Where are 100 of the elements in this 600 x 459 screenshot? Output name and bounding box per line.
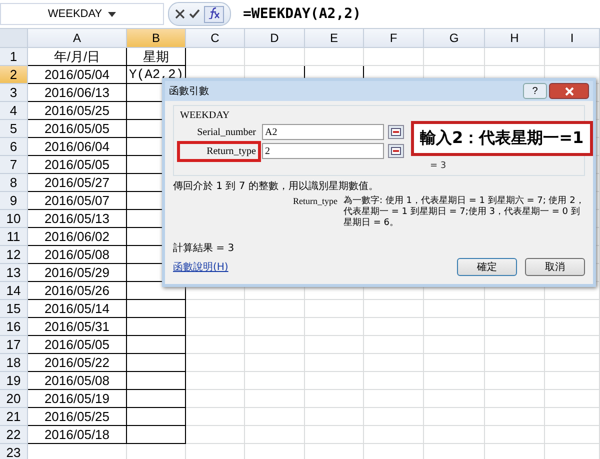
table-cell: 2016/05/19 — [28, 390, 127, 408]
row-header[interactable]: 21 — [0, 408, 28, 426]
dropdown-caret-icon[interactable] — [108, 12, 116, 16]
table-cell: 2016/05/25 — [28, 408, 127, 426]
table-cell: 2016/05/04 — [28, 66, 127, 84]
table-cell: 2016/05/31 — [28, 318, 127, 336]
row-header[interactable]: 20 — [0, 390, 28, 408]
empty-cell — [424, 300, 485, 318]
column-header[interactable]: E — [305, 29, 364, 48]
empty-cell — [186, 390, 245, 408]
check-icon[interactable] — [189, 9, 200, 19]
collapse-dialog-icon[interactable] — [388, 125, 404, 139]
table-cell: 2016/05/05 — [28, 336, 127, 354]
empty-cell — [424, 354, 485, 372]
empty-cell — [186, 318, 245, 336]
table-cell: 2016/06/13 — [28, 84, 127, 102]
help-link[interactable]: 函數說明(H) — [173, 260, 228, 274]
row-header[interactable]: 16 — [0, 318, 28, 336]
row-header[interactable]: 17 — [0, 336, 28, 354]
table-cell: 2016/05/08 — [28, 372, 127, 390]
table-cell: 2016/05/14 — [28, 300, 127, 318]
cancel-button[interactable]: 取消 — [525, 258, 585, 276]
row-header[interactable]: 6 — [0, 138, 28, 156]
column-header[interactable]: H — [485, 29, 545, 48]
empty-cell — [245, 300, 305, 318]
formula-result: 計算結果 = 3 — [173, 242, 236, 256]
argument-label: Serial_number — [196, 126, 257, 140]
row-header[interactable]: 5 — [0, 120, 28, 138]
empty-cell — [485, 426, 545, 444]
empty-cell — [485, 390, 545, 408]
empty-cell — [245, 336, 305, 354]
row-header[interactable]: 2 — [0, 66, 28, 84]
column-header[interactable]: C — [186, 29, 245, 48]
ok-button[interactable]: 確定 — [457, 258, 517, 276]
column-header[interactable]: I — [545, 29, 600, 48]
row-header[interactable]: 7 — [0, 156, 28, 174]
empty-cell — [545, 300, 600, 318]
row-header[interactable]: 23 — [0, 444, 28, 459]
row-header[interactable]: 3 — [0, 84, 28, 102]
table-cell: 星期 — [127, 48, 186, 66]
cancel-icon[interactable] — [175, 9, 185, 19]
row-header[interactable]: 12 — [0, 246, 28, 264]
row-header[interactable]: 18 — [0, 354, 28, 372]
dialog-title: 函數引數 — [169, 85, 209, 98]
argument-input[interactable]: 2 — [262, 143, 384, 159]
empty-cell — [305, 48, 364, 66]
empty-cell — [245, 372, 305, 390]
empty-cell — [364, 354, 424, 372]
empty-cell — [245, 408, 305, 426]
column-header[interactable]: G — [424, 29, 485, 48]
help-button[interactable]: ? — [523, 83, 547, 99]
table-cell: 2016/05/25 — [28, 102, 127, 120]
empty-cell — [305, 390, 364, 408]
empty-cell — [424, 336, 485, 354]
row-header[interactable]: 8 — [0, 174, 28, 192]
row-header[interactable]: 15 — [0, 300, 28, 318]
empty-cell — [424, 318, 485, 336]
table-cell: 年/月/日 — [28, 48, 127, 66]
column-header[interactable]: A — [28, 29, 127, 48]
table-cell: 2016/06/02 — [28, 228, 127, 246]
empty-cell — [545, 426, 600, 444]
row-header[interactable]: 19 — [0, 372, 28, 390]
function-description: 傳回介於 1 到 7 的整數，用以識別星期數值。 — [173, 180, 380, 193]
table-cell: 2016/05/27 — [28, 174, 127, 192]
row-header[interactable]: 11 — [0, 228, 28, 246]
empty-cell — [245, 48, 305, 66]
row-header[interactable]: 4 — [0, 102, 28, 120]
column-header[interactable]: B — [127, 29, 186, 48]
name-box[interactable]: WEEKDAY — [0, 3, 164, 25]
empty-cell — [186, 336, 245, 354]
empty-cell — [127, 336, 186, 354]
column-header[interactable]: F — [364, 29, 424, 48]
empty-cell — [305, 426, 364, 444]
insert-function-icon[interactable] — [204, 6, 224, 22]
empty-cell — [424, 390, 485, 408]
empty-cell — [545, 354, 600, 372]
empty-cell — [364, 390, 424, 408]
empty-cell — [485, 354, 545, 372]
empty-cell — [186, 354, 245, 372]
empty-cell — [545, 318, 600, 336]
empty-cell — [364, 408, 424, 426]
row-header[interactable]: 9 — [0, 192, 28, 210]
row-header[interactable]: 22 — [0, 426, 28, 444]
row-header[interactable]: 14 — [0, 282, 28, 300]
row-header[interactable]: 10 — [0, 210, 28, 228]
empty-cell — [364, 300, 424, 318]
formula-text[interactable]: =WEEKDAY(A2,2) — [243, 6, 362, 22]
empty-cell — [127, 354, 186, 372]
row-header[interactable]: 13 — [0, 264, 28, 282]
collapse-dialog-icon[interactable] — [388, 144, 404, 158]
column-header[interactable]: D — [245, 29, 305, 48]
empty-cell — [245, 318, 305, 336]
table-cell: 2016/05/08 — [28, 246, 127, 264]
row-header[interactable]: 1 — [0, 48, 28, 66]
table-cell: 2016/05/07 — [28, 192, 127, 210]
argument-input[interactable]: A2 — [262, 124, 384, 140]
empty-cell — [485, 336, 545, 354]
close-button[interactable] — [549, 83, 589, 99]
table-cell: 2016/05/22 — [28, 354, 127, 372]
empty-cell — [485, 318, 545, 336]
